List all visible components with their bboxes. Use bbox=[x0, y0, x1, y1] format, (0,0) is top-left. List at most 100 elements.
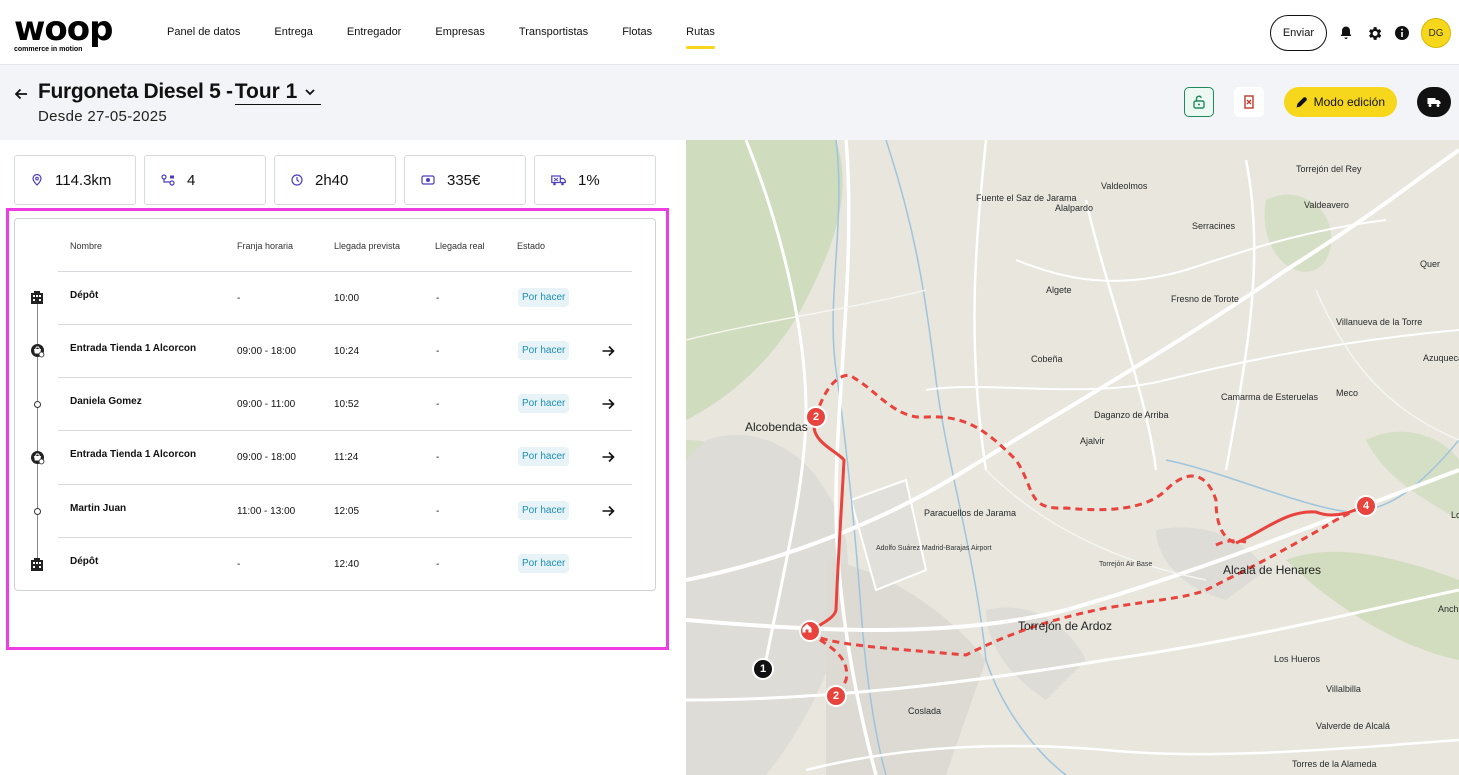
arrow-right-icon[interactable] bbox=[601, 504, 615, 518]
exit-door-icon bbox=[1243, 95, 1254, 109]
nav-item-entrega[interactable]: Entrega bbox=[257, 0, 330, 65]
row-real-arrival: - bbox=[436, 293, 440, 304]
arrow-right-icon[interactable] bbox=[601, 450, 615, 464]
table-row[interactable]: Dépôt - 12:40 - Por hacer bbox=[58, 537, 632, 590]
map-label: Torrejón Air Base bbox=[1099, 561, 1153, 568]
route-actions: Modo edición bbox=[1183, 87, 1451, 117]
column-header-estado: Estado bbox=[517, 241, 546, 251]
route-detail-panel: 114.3km 4 2h40 335€ 1% Nombre Franja hor… bbox=[0, 140, 686, 775]
arrow-right-icon[interactable] bbox=[601, 397, 615, 411]
back-arrow-icon[interactable] bbox=[12, 85, 30, 103]
unlock-button[interactable] bbox=[1183, 87, 1214, 117]
stop-dot-icon bbox=[29, 396, 45, 412]
row-eta: 12:40 bbox=[334, 559, 360, 570]
unlock-icon bbox=[1192, 95, 1205, 109]
nav-item-entregador[interactable]: Entregador bbox=[330, 0, 418, 65]
page-title: Furgoneta Diesel 5 - bbox=[38, 80, 233, 103]
table-row[interactable]: Entrada Tienda 1 Alcorcon 09:00 - 18:00 … bbox=[58, 430, 632, 483]
row-eta: 11:24 bbox=[334, 452, 359, 463]
row-real-arrival: - bbox=[436, 399, 440, 410]
status-badge: Por hacer bbox=[518, 288, 570, 307]
row-real-arrival: - bbox=[436, 452, 440, 463]
status-badge: Por hacer bbox=[518, 501, 570, 520]
map-label: Algete bbox=[1046, 285, 1072, 295]
stat-duration: 2h40 bbox=[274, 155, 396, 205]
nav-item-rutas[interactable]: Rutas bbox=[669, 0, 732, 65]
row-name: Dépôt bbox=[70, 556, 99, 567]
nav-item-panel-de-datos[interactable]: Panel de datos bbox=[150, 0, 257, 65]
chevron-down-icon bbox=[305, 89, 315, 96]
stat-cost-value: 335€ bbox=[447, 171, 481, 189]
map-label: Torres de la Alameda bbox=[1292, 759, 1377, 769]
nav-item-flotas[interactable]: Flotas bbox=[605, 0, 669, 65]
map-label: Ajalvir bbox=[1080, 436, 1105, 446]
map-label: Alalpardo bbox=[1055, 203, 1094, 213]
route-marker[interactable]: 4 bbox=[1355, 495, 1377, 517]
woop-logo[interactable]: woop commerce in motion bbox=[14, 9, 124, 54]
user-avatar[interactable]: DG bbox=[1421, 18, 1451, 48]
nav-item-empresas[interactable]: Empresas bbox=[418, 0, 502, 65]
stat-cost: 335€ bbox=[404, 155, 526, 205]
map-label: Adolfo Suárez Madrid-Barajas Airport bbox=[876, 545, 992, 552]
gear-icon[interactable] bbox=[1365, 24, 1383, 42]
logo-wordmark: woop bbox=[14, 9, 113, 49]
stat-distance: 114.3km bbox=[14, 155, 136, 205]
row-eta: 10:24 bbox=[334, 346, 360, 357]
map-label: Fuente el Saz de Jarama bbox=[976, 193, 1077, 203]
pencil-icon bbox=[1296, 97, 1307, 108]
table-row[interactable]: Martin Juan 11:00 - 13:00 12:05 - Por ha… bbox=[58, 484, 632, 537]
tour-select[interactable]: Tour 1 bbox=[234, 80, 322, 105]
main-nav: Panel de datos Entrega Entregador Empres… bbox=[150, 0, 732, 65]
bell-icon[interactable] bbox=[1337, 24, 1355, 42]
route-marker[interactable]: 2 bbox=[805, 406, 827, 428]
location-pin-icon bbox=[32, 174, 42, 186]
row-name: Dépôt bbox=[70, 290, 99, 301]
exit-route-button[interactable] bbox=[1233, 87, 1264, 117]
map-label: Los Hueros bbox=[1274, 654, 1321, 664]
nav-item-transportistas[interactable]: Transportistas bbox=[502, 0, 605, 65]
table-row[interactable]: Daniela Gomez 09:00 - 11:00 10:52 - Por … bbox=[58, 377, 632, 430]
map-label: Villalbilla bbox=[1326, 684, 1361, 694]
map-label: Quer bbox=[1420, 259, 1441, 269]
map-label: Anch bbox=[1438, 604, 1459, 614]
route-marker[interactable]: 2 bbox=[825, 685, 847, 707]
info-icon[interactable] bbox=[1393, 24, 1411, 42]
map-label: Torrejón de Ardoz bbox=[1018, 619, 1113, 633]
stops-table: Nombre Franja horaria Llegada prevista L… bbox=[14, 218, 656, 591]
timeline-line bbox=[37, 301, 38, 563]
column-header-llegada-real: Llegada real bbox=[435, 241, 485, 251]
stat-stops-value: 4 bbox=[187, 171, 196, 189]
map-label: Paracuellos de Jarama bbox=[924, 508, 1017, 518]
store-icon bbox=[29, 449, 45, 465]
edit-mode-button[interactable]: Modo edición bbox=[1283, 87, 1397, 117]
home-icon bbox=[802, 624, 812, 633]
route-marker[interactable]: 1 bbox=[752, 658, 774, 680]
table-row[interactable]: Entrada Tienda 1 Alcorcon 09:00 - 18:00 … bbox=[58, 324, 632, 377]
route-map[interactable]: Torrejón del Rey Valdeolmos Fuente el Sa… bbox=[686, 140, 1459, 775]
depot-home-marker[interactable] bbox=[799, 620, 821, 642]
row-name: Martin Juan bbox=[70, 503, 127, 514]
row-eta: 10:52 bbox=[334, 399, 360, 410]
row-real-arrival: - bbox=[436, 559, 440, 570]
row-time-window: 09:00 - 11:00 bbox=[237, 399, 296, 410]
route-date: Desde 27-05-2025 bbox=[38, 108, 168, 125]
truck-load-icon bbox=[551, 175, 566, 186]
store-icon bbox=[29, 342, 45, 358]
stat-load-value: 1% bbox=[578, 171, 600, 189]
stat-stops: 4 bbox=[144, 155, 266, 205]
top-actions: Enviar DG bbox=[1269, 15, 1451, 51]
stat-distance-value: 114.3km bbox=[55, 171, 112, 189]
map-label: Azuqueca bbox=[1423, 353, 1459, 363]
row-real-arrival: - bbox=[436, 506, 440, 517]
route-title-row: Furgoneta Diesel 5 - Tour 1 bbox=[38, 80, 322, 105]
vehicle-button[interactable] bbox=[1417, 87, 1451, 117]
edit-mode-label: Modo edición bbox=[1313, 95, 1385, 109]
arrow-right-icon[interactable] bbox=[601, 344, 615, 358]
map-label: Camarma de Esteruelas bbox=[1221, 392, 1319, 402]
table-row[interactable]: Dépôt - 10:00 - Por hacer bbox=[58, 271, 632, 324]
depot-building-icon bbox=[29, 556, 45, 572]
status-badge: Por hacer bbox=[518, 394, 570, 413]
send-button[interactable]: Enviar bbox=[1269, 15, 1327, 51]
row-time-window: 09:00 - 18:00 bbox=[237, 346, 296, 357]
stop-dot-icon bbox=[29, 503, 45, 519]
